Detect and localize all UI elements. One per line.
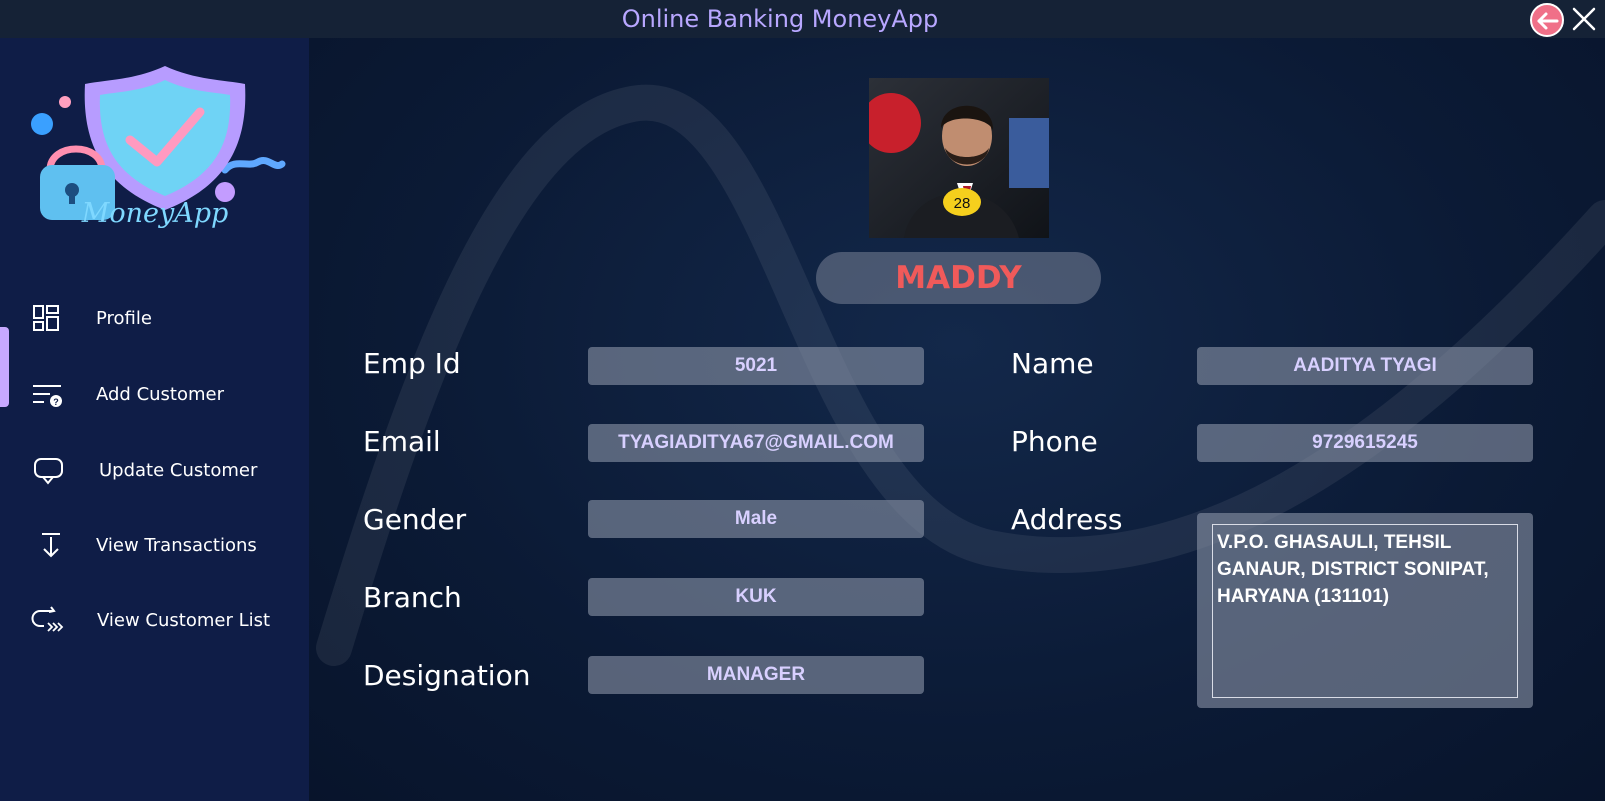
arrow-down-bar-icon — [42, 533, 60, 558]
update-chat-icon — [34, 458, 63, 485]
email-field[interactable]: TYAGIADITYA67@GMAIL.COM — [588, 424, 924, 462]
phone-field[interactable]: 9729615245 — [1197, 424, 1533, 462]
back-button[interactable] — [1530, 3, 1564, 37]
branch-label: Branch — [363, 581, 462, 614]
name-label: Name — [1011, 347, 1094, 380]
emp-id-label: Emp Id — [363, 347, 461, 380]
profile-panel: 28 MADDY Emp Id 5021 Email TYAGIADITYA67… — [309, 38, 1605, 801]
branch-field[interactable]: KUK — [588, 578, 924, 616]
close-icon — [1572, 7, 1596, 31]
profile-photo: 28 — [869, 78, 1049, 238]
sidebar-item-label: Profile — [96, 308, 152, 329]
app-window: Online Banking MoneyApp MoneyApp Profile… — [0, 0, 1605, 801]
svg-text:?: ? — [53, 397, 59, 407]
dashboard-grid-icon — [33, 305, 59, 331]
sidebar-item-view-customer-list[interactable]: View Customer List — [0, 591, 309, 651]
title-bar: Online Banking MoneyApp — [0, 0, 1605, 38]
phone-label: Phone — [1011, 425, 1098, 458]
sidebar-item-label: View Transactions — [96, 535, 257, 556]
designation-label: Designation — [363, 659, 531, 692]
gender-field[interactable]: Male — [588, 500, 924, 538]
sidebar-item-label: Update Customer — [99, 460, 258, 481]
sidebar-item-view-transactions[interactable]: View Transactions — [0, 516, 309, 576]
sidebar-item-profile[interactable]: Profile — [0, 289, 309, 349]
sidebar: MoneyApp Profile ? Add Customer Update C… — [0, 38, 309, 801]
email-label: Email — [363, 425, 441, 458]
sidebar-item-update-customer[interactable]: Update Customer — [0, 441, 309, 501]
address-label: Address — [1011, 503, 1123, 536]
list-forward-icon — [31, 606, 64, 632]
sidebar-item-add-customer[interactable]: ? Add Customer — [0, 365, 309, 425]
emp-id-field[interactable]: 5021 — [588, 347, 924, 385]
photo-badge-number: 28 — [954, 195, 971, 212]
address-textarea[interactable]: V.P.O. GHASAULI, TEHSIL GANAUR, DISTRICT… — [1212, 524, 1518, 698]
window-title: Online Banking MoneyApp — [621, 5, 939, 33]
logo-text: MoneyApp — [81, 198, 229, 229]
close-button[interactable] — [1570, 5, 1598, 33]
gender-label: Gender — [363, 503, 467, 536]
name-field[interactable]: AADITYA TYAGI — [1197, 347, 1533, 385]
sidebar-item-label: View Customer List — [97, 610, 271, 631]
address-container: V.P.O. GHASAULI, TEHSIL GANAUR, DISTRICT… — [1197, 513, 1533, 708]
designation-field[interactable]: MANAGER — [588, 656, 924, 694]
sidebar-item-label: Add Customer — [96, 384, 225, 405]
profile-display-name: MADDY — [816, 252, 1101, 304]
add-customer-list-icon: ? — [33, 385, 62, 407]
back-arrow-icon — [1537, 12, 1559, 30]
